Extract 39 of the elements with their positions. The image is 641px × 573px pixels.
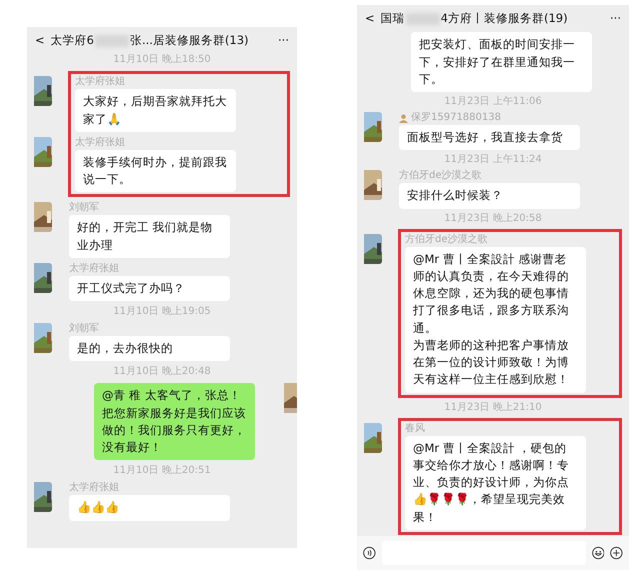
message-text: 大家好，后期吾家就拜托大家了🙏 <box>83 93 228 128</box>
timestamp: 11月10日 晚上20:48 <box>112 366 212 378</box>
sender-name: 春风 <box>405 422 425 434</box>
message-text: 安排什么时候装？ <box>407 187 504 204</box>
timestamp: 11月10日 晚上18:50 <box>112 54 212 66</box>
sender-name: 太学府张姐 <box>69 262 119 275</box>
message-text: 把安装灯、面板的时间安排一下，安排好了在群里通知我一下。 <box>419 36 576 88</box>
sender-name: 刘朝军 <box>69 202 99 214</box>
sender-name: 保罗15971880138 <box>411 112 501 124</box>
sender-name: 刘朝军 <box>69 323 99 335</box>
message-text: @Mr 曹丨全案設計 感谢曹老师的认真负责，在今天难得的休息空隙，还为我的硬包事情打了很多电话，跟多方联系沟通。 <box>413 250 570 336</box>
more-button[interactable]: ··· <box>610 10 621 28</box>
chat-title: 张...居装修服务群(13) <box>130 32 249 49</box>
back-button[interactable]: < <box>365 10 375 28</box>
timestamp: 11月23日 上午11:06 <box>443 96 543 108</box>
message-text: @Mr 曹丨全案設計 ，硬包的事交给你才放心！感谢啊！专业、负责的好设计师，为你点👍🌹🌹🌹，希望呈现完美效果！ <box>413 440 570 526</box>
sender-name: 太学府张姐 <box>75 136 125 149</box>
message-text: 开工仪式完了办吗？ <box>77 280 186 297</box>
timestamp: 11月23日 晚上21:10 <box>443 402 543 414</box>
message-text: @青 稚 太客气了，张总！把您新家服务好是我们应该做的！我们服务只有更好，没有最好！ <box>102 387 247 456</box>
chat-title: 4方府丨装修服务群(19) <box>440 10 568 27</box>
sender-name: 方伯牙de沙漠之歌 <box>399 170 482 182</box>
message-text: 👍👍👍 <box>77 499 120 516</box>
chat-title: 太学府6 <box>50 32 94 49</box>
sender-name: 方伯牙de沙漠之歌 <box>405 234 488 246</box>
message-text: 为曹老师的这种把客户事情放在第一位的设计师致敬！为博天有这样一位主任感到欣慰！ <box>413 336 570 388</box>
more-button[interactable]: ··· <box>278 32 289 50</box>
message-text: 是的，去办很快的 <box>77 340 174 357</box>
back-button[interactable]: < <box>35 32 45 50</box>
timestamp: 11月23日 晚上20:58 <box>443 212 543 224</box>
sender-name: 太学府张姐 <box>69 482 119 494</box>
timestamp: 11月10日 晚上19:05 <box>112 306 212 318</box>
chat-title: 国瑞 <box>380 10 405 27</box>
sender-name: 太学府张姐 <box>75 76 125 88</box>
timestamp: 11月10日 晚上20:51 <box>112 465 212 478</box>
message-text: 面板型号选好，我直接去拿货 <box>407 129 564 146</box>
message-text: 好的，开完工 我们就是物业办理 <box>77 219 214 254</box>
message-text: 装修手续何时办，提前跟我说一下。 <box>83 154 228 188</box>
timestamp: 11月23日 上午11:24 <box>443 154 543 166</box>
